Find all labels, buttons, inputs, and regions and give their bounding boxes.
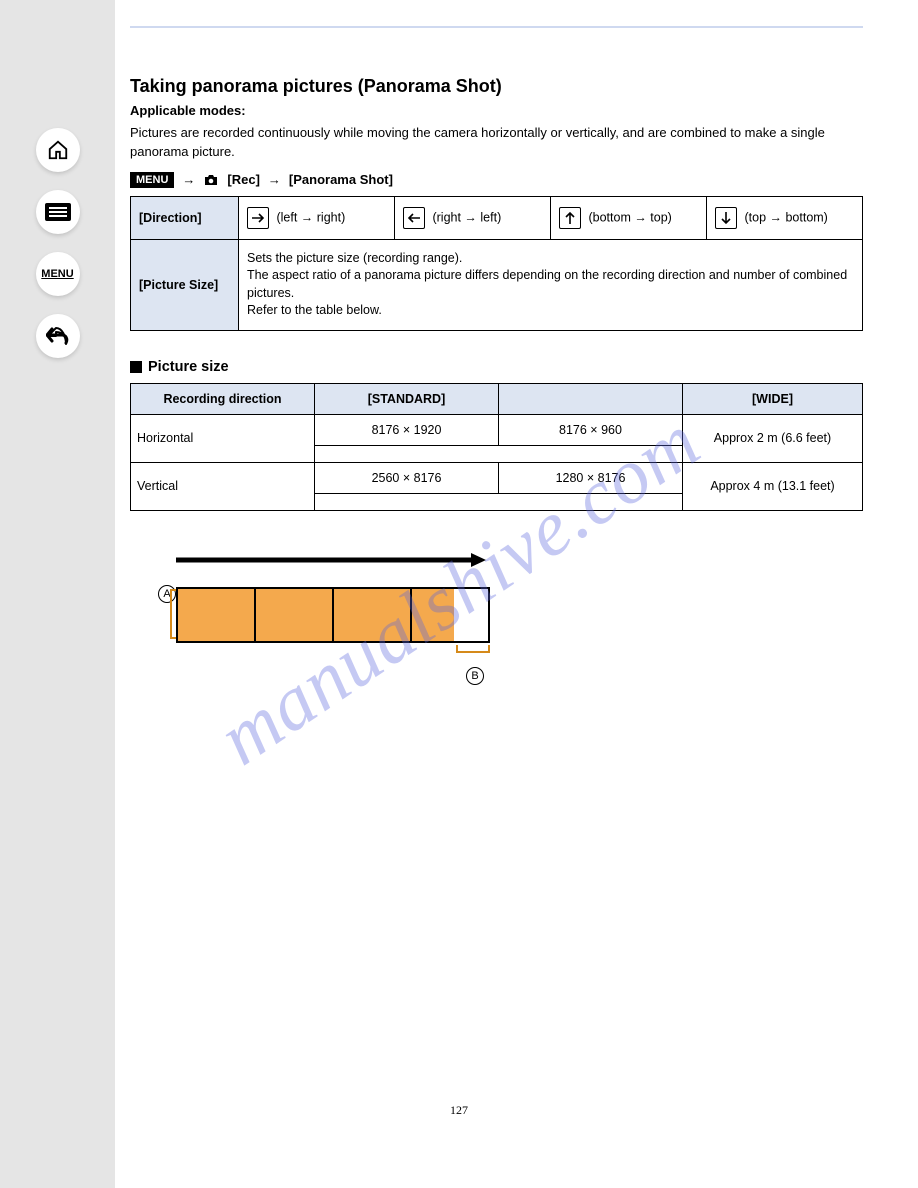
intro-text: Pictures are recorded continuously while…	[130, 124, 863, 162]
arrow-up-icon	[559, 207, 581, 229]
page-content: 6. Stabilizer, Zoom and Flash Taking pan…	[130, 0, 863, 753]
modes-prefix: Applicable modes:	[130, 103, 246, 118]
list-icon[interactable]	[36, 190, 80, 234]
settings-table: [Direction] (left → right) (right → left…	[130, 196, 863, 331]
page-title: Taking panorama pictures (Panorama Shot)	[130, 76, 863, 97]
page-number: 127	[450, 1103, 468, 1118]
frame-2	[254, 587, 334, 643]
picture-size-heading: Picture size	[130, 359, 863, 375]
panorama-diagram: A B	[130, 553, 530, 753]
dir-left: (right → left)	[395, 196, 551, 239]
applicable-modes: Applicable modes:	[130, 103, 863, 118]
v-std-px: 2560 × 8176	[315, 462, 499, 493]
frame-3	[332, 587, 412, 643]
picsize-desc: Sets the picture size (recording range).…	[239, 239, 863, 330]
row-vertical: Vertical	[131, 462, 315, 510]
picsize-label: [Picture Size]	[131, 239, 239, 330]
subhead-text: Picture size	[148, 359, 229, 375]
dir-right: (left → right)	[239, 196, 395, 239]
dir-up: (bottom → top)	[551, 196, 707, 239]
v-size: Approx 4 m (13.1 feet)	[683, 462, 863, 510]
dir-left-text: (right → left)	[432, 210, 501, 224]
v-spacer	[315, 493, 683, 510]
arrow-left-icon	[403, 207, 425, 229]
frame-4	[410, 587, 490, 643]
item-label: [Panorama Shot]	[289, 172, 393, 187]
arrow-right-icon	[247, 207, 269, 229]
dir-up-text: (bottom → top)	[588, 210, 671, 224]
header-divider	[130, 26, 863, 28]
arrow-icon: →	[268, 172, 281, 187]
menu-path: MENU → [Rec] → [Panorama Shot]	[130, 172, 863, 188]
h-size: Approx 2 m (6.6 feet)	[683, 414, 863, 462]
arrow-down-icon	[715, 207, 737, 229]
direction-arrow-icon	[176, 553, 486, 567]
bracket-b	[456, 645, 490, 653]
dir-right-text: (left → right)	[276, 210, 345, 224]
col-direction: Recording direction	[131, 383, 315, 414]
menu-badge: MENU	[130, 172, 174, 188]
v-wide-px: 1280 × 8176	[499, 462, 683, 493]
picture-size-table: Recording direction [STANDARD] [WIDE] Ho…	[130, 383, 863, 511]
menu-button[interactable]: MENU	[36, 252, 80, 296]
h-wide-px: 8176 × 960	[499, 414, 683, 445]
h-spacer	[315, 445, 683, 462]
label-b-text: B	[466, 667, 484, 685]
frame-1	[176, 587, 256, 643]
h-std-px: 8176 × 1920	[315, 414, 499, 445]
col-wide: [WIDE]	[683, 383, 863, 414]
label-b: B	[466, 667, 484, 685]
col-wide-px	[499, 383, 683, 414]
rec-label: [Rec]	[227, 172, 260, 187]
dir-down: (top → bottom)	[707, 196, 863, 239]
sidebar: MENU	[0, 0, 115, 1188]
arrow-icon: →	[182, 172, 195, 187]
row-horizontal: Horizontal	[131, 414, 315, 462]
frames	[176, 587, 488, 643]
direction-label: [Direction]	[131, 196, 239, 239]
camera-icon	[203, 173, 219, 187]
dir-down-text: (top → bottom)	[744, 210, 827, 224]
home-icon[interactable]	[36, 128, 80, 172]
back-icon[interactable]	[36, 314, 80, 358]
col-standard: [STANDARD]	[315, 383, 499, 414]
